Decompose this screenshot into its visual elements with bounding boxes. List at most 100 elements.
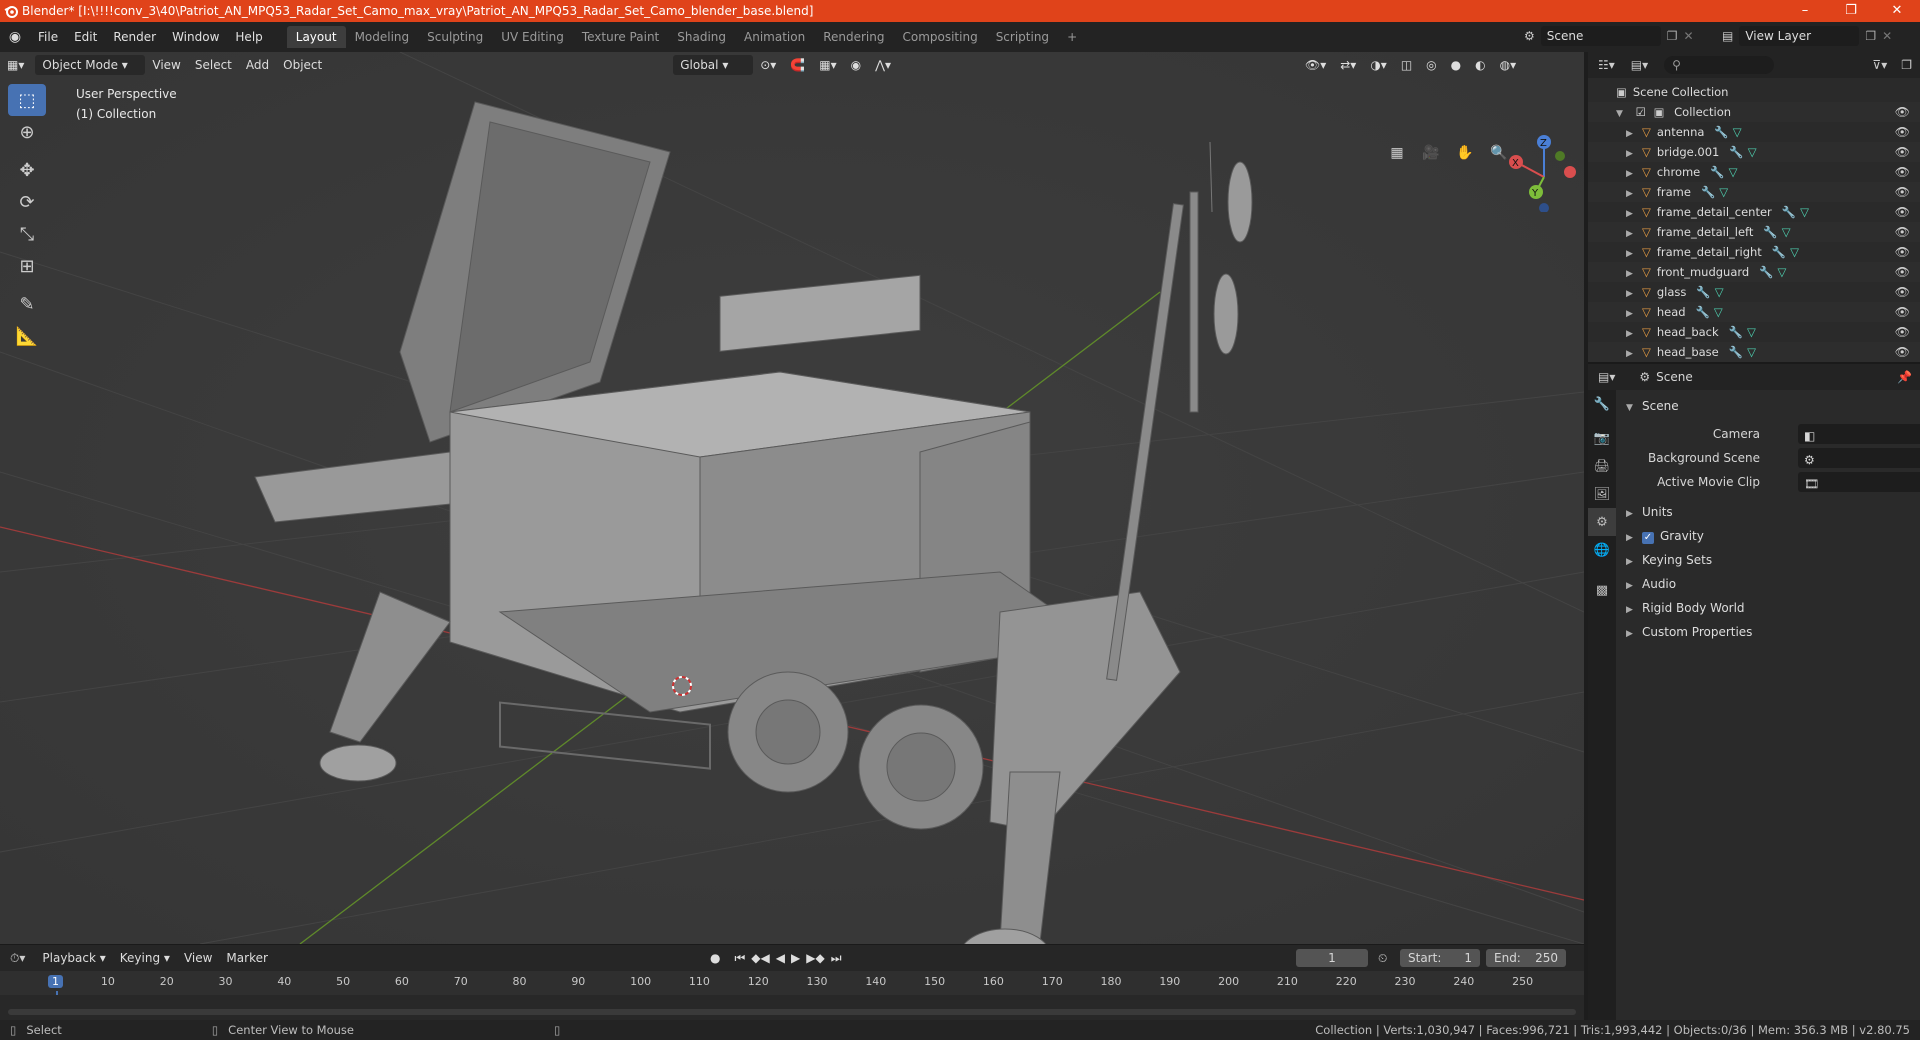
visibility-eye-icon[interactable]: 👁 bbox=[1895, 322, 1910, 342]
tab-scripting[interactable]: Scripting bbox=[987, 26, 1058, 48]
close-button[interactable]: ✕ bbox=[1874, 0, 1920, 22]
overlay-icon[interactable]: ◑▾ bbox=[1363, 55, 1394, 75]
modifier-icon[interactable]: 🔧 bbox=[1763, 225, 1777, 239]
tab-sculpting[interactable]: Sculpting bbox=[418, 26, 492, 48]
record-icon[interactable]: ● bbox=[710, 951, 720, 966]
expand-icon[interactable]: ▶ bbox=[1626, 264, 1634, 284]
visibility-eye-icon[interactable]: 👁 bbox=[1895, 202, 1910, 222]
modifier-icon[interactable]: 🔧 bbox=[1714, 125, 1728, 139]
snap-target-icon[interactable]: ▦▾ bbox=[812, 55, 843, 75]
next-keyframe-icon[interactable]: ▶◆ bbox=[806, 951, 824, 966]
visibility-eye-icon[interactable]: 👁 bbox=[1895, 282, 1910, 302]
outliner-row-object[interactable]: ▶ ▽ front_mudguard 🔧 ▽ 👁 bbox=[1588, 262, 1920, 282]
camera-field[interactable]: ◧✒ bbox=[1798, 424, 1920, 444]
mesh-data-icon[interactable]: ▽ bbox=[1719, 185, 1728, 199]
tab-modeling[interactable]: Modeling bbox=[346, 26, 419, 48]
tab-uv-editing[interactable]: UV Editing bbox=[492, 26, 573, 48]
clock-icon[interactable]: ⏲ bbox=[1378, 951, 1387, 966]
outliner-row-object[interactable]: ▶ ▽ antenna 🔧 ▽ 👁 bbox=[1588, 122, 1920, 142]
expand-icon[interactable]: ▶ bbox=[1626, 502, 1634, 526]
scene-panel-header[interactable]: ▼ Scene bbox=[1616, 394, 1920, 418]
modifier-icon[interactable]: 🔧 bbox=[1710, 165, 1724, 179]
expand-icon[interactable]: ▶ bbox=[1626, 184, 1634, 204]
menu-help[interactable]: Help bbox=[227, 26, 270, 48]
expand-icon[interactable]: ▶ bbox=[1626, 244, 1634, 264]
output-tab-icon[interactable]: 🖨 bbox=[1588, 452, 1616, 480]
visibility-eye-icon[interactable]: 👁 bbox=[1895, 182, 1910, 202]
filter-icon[interactable]: ⊽▾ bbox=[1866, 58, 1893, 72]
visibility-eye-icon[interactable]: 👁 bbox=[1895, 302, 1910, 322]
visibility-eye-icon[interactable]: 👁 bbox=[1895, 342, 1910, 362]
prev-keyframe-icon[interactable]: ◆◀ bbox=[751, 951, 769, 966]
expand-icon[interactable]: ▶ bbox=[1626, 526, 1634, 550]
rotate-tool-icon[interactable]: ⟳ bbox=[8, 186, 46, 218]
mesh-data-icon[interactable]: ▽ bbox=[1778, 265, 1787, 279]
mesh-data-icon[interactable]: ▽ bbox=[1748, 145, 1757, 159]
mesh-data-icon[interactable]: ▽ bbox=[1800, 205, 1809, 219]
visibility-eye-icon[interactable]: 👁 bbox=[1895, 262, 1910, 282]
outliner-row-object[interactable]: ▶ ▽ frame_detail_center 🔧 ▽ 👁 bbox=[1588, 202, 1920, 222]
mode-selector[interactable]: Object Mode ▾ bbox=[35, 55, 146, 75]
new-scene-icon[interactable]: ❐ bbox=[1667, 29, 1678, 43]
camera-view-icon[interactable]: 🎥 bbox=[1418, 140, 1444, 166]
add-workspace-icon[interactable]: + bbox=[1058, 26, 1086, 48]
subpanel-header[interactable]: ▶ ✓ Gravity bbox=[1616, 524, 1920, 548]
delete-view-layer-icon[interactable]: ✕ bbox=[1882, 29, 1892, 43]
modifier-icon[interactable]: 🔧 bbox=[1729, 345, 1743, 359]
minimize-button[interactable]: – bbox=[1782, 0, 1828, 22]
tool-tab-icon[interactable]: 🔧 bbox=[1588, 390, 1616, 418]
tab-compositing[interactable]: Compositing bbox=[893, 26, 986, 48]
visibility-eye-icon[interactable]: 👁 bbox=[1895, 102, 1910, 122]
maximize-button[interactable]: ❐ bbox=[1828, 0, 1874, 22]
modifier-icon[interactable]: 🔧 bbox=[1782, 205, 1796, 219]
visibility-icon[interactable]: 👁▾ bbox=[1298, 55, 1333, 75]
modifier-icon[interactable]: 🔧 bbox=[1696, 285, 1710, 299]
keying-menu[interactable]: Keying ▾ bbox=[113, 948, 177, 968]
jump-start-icon[interactable]: ⏮ bbox=[734, 951, 745, 966]
menu-file[interactable]: File bbox=[30, 26, 66, 48]
object-menu[interactable]: Object bbox=[276, 55, 329, 75]
expand-icon[interactable]: ▶ bbox=[1626, 598, 1634, 622]
expand-icon[interactable]: ▶ bbox=[1626, 344, 1634, 364]
outliner-row-object[interactable]: ▶ ▽ glass 🔧 ▽ 👁 bbox=[1588, 282, 1920, 302]
modifier-icon[interactable]: 🔧 bbox=[1772, 245, 1786, 259]
outliner-row-object[interactable]: ▶ ▽ head_base 🔧 ▽ 👁 bbox=[1588, 342, 1920, 362]
subpanel-header[interactable]: ▶ Custom Properties bbox=[1616, 620, 1920, 644]
subpanel-header[interactable]: ▶ Audio bbox=[1616, 572, 1920, 596]
expand-icon[interactable]: ▶ bbox=[1626, 284, 1634, 304]
mesh-data-icon[interactable]: ▽ bbox=[1715, 285, 1724, 299]
move-tool-icon[interactable]: ✥ bbox=[8, 154, 46, 186]
mesh-data-icon[interactable]: ▽ bbox=[1714, 305, 1723, 319]
cursor-tool-icon[interactable]: ⊕ bbox=[8, 116, 46, 148]
outliner-row-object[interactable]: ▶ ▽ bridge.001 🔧 ▽ 👁 bbox=[1588, 142, 1920, 162]
expand-icon[interactable]: ▶ bbox=[1626, 622, 1634, 646]
outliner-row-object[interactable]: ▶ ▽ frame_detail_right 🔧 ▽ 👁 bbox=[1588, 242, 1920, 262]
visibility-eye-icon[interactable]: 👁 bbox=[1895, 242, 1910, 262]
timeline-editor-icon[interactable]: ⏱▾ bbox=[0, 951, 35, 966]
scene-tab-icon[interactable]: ⚙ bbox=[1588, 508, 1616, 536]
mesh-data-icon[interactable]: ▽ bbox=[1782, 225, 1791, 239]
expand-icon[interactable]: ▶ bbox=[1626, 144, 1634, 164]
jump-end-icon[interactable]: ⏭ bbox=[831, 951, 842, 966]
new-view-layer-icon[interactable]: ❐ bbox=[1865, 29, 1876, 43]
visibility-eye-icon[interactable]: 👁 bbox=[1895, 142, 1910, 162]
expand-icon[interactable]: ▼ bbox=[1616, 104, 1624, 124]
xray-icon[interactable]: ◫ bbox=[1394, 55, 1419, 75]
shading-solid-icon[interactable]: ● bbox=[1444, 55, 1468, 75]
active-movie-clip-field[interactable]: 🎞 bbox=[1798, 472, 1920, 492]
timeline-view-menu[interactable]: View bbox=[177, 948, 219, 968]
mesh-data-icon[interactable]: ▽ bbox=[1733, 125, 1742, 139]
expand-icon[interactable]: ▶ bbox=[1626, 574, 1634, 598]
subpanel-header[interactable]: ▶ Rigid Body World bbox=[1616, 596, 1920, 620]
pivot-icon[interactable]: ⊙▾ bbox=[753, 55, 783, 75]
menu-render[interactable]: Render bbox=[105, 26, 164, 48]
mesh-data-icon[interactable]: ▽ bbox=[1790, 245, 1799, 259]
blender-menu-icon[interactable]: ◉ bbox=[0, 29, 30, 45]
navigation-gizmo[interactable]: ▦ 🎥 ✋ 🔍 Z X Y bbox=[1384, 132, 1584, 222]
shading-rendered-icon[interactable]: ◍▾ bbox=[1493, 55, 1524, 75]
view-menu[interactable]: View bbox=[145, 55, 187, 75]
expand-icon[interactable]: ▶ bbox=[1626, 204, 1634, 224]
gravity-checkbox[interactable]: ✓ bbox=[1642, 532, 1654, 544]
expand-icon[interactable]: ▶ bbox=[1626, 324, 1634, 344]
shading-material-icon[interactable]: ◐ bbox=[1468, 55, 1492, 75]
